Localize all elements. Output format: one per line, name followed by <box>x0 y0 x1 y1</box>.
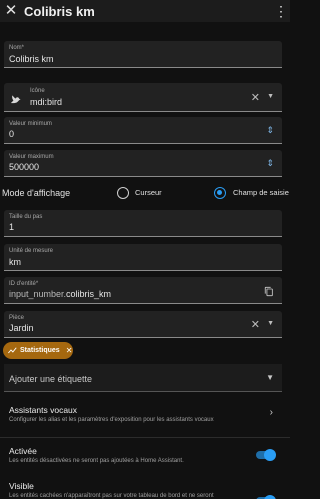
enabled-desc: Les entités désactivées ne seront pas aj… <box>9 458 184 464</box>
icon-field-label: Icône <box>30 88 45 94</box>
chevron-down-icon[interactable]: ▼ <box>267 320 274 327</box>
name-field-label: Nom* <box>9 45 25 51</box>
add-label-text: Ajouter une étiquette <box>9 374 93 384</box>
unit-field-value[interactable]: km <box>9 257 21 267</box>
add-label-dropdown[interactable]: Ajouter une étiquette ▼ <box>4 364 282 392</box>
clear-icon[interactable]: ✕ <box>251 318 260 331</box>
name-field[interactable]: Nom* Colibris km <box>4 41 282 68</box>
radio-slider[interactable] <box>117 187 129 199</box>
step-field-label: Taille du pas <box>9 214 43 220</box>
spinner-icon[interactable]: ⇕ <box>266 158 274 169</box>
voice-assistants-desc: Configurer les alias et les paramètres d… <box>9 417 214 423</box>
visible-title: Visible <box>9 481 34 491</box>
area-field-value[interactable]: Jardin <box>9 323 34 333</box>
unit-field-label: Unité de mesure <box>9 248 54 254</box>
radio-slider-label[interactable]: Curseur <box>135 188 162 197</box>
step-field-value[interactable]: 1 <box>9 222 14 232</box>
name-field-value[interactable]: Colibris km <box>9 54 54 64</box>
enabled-toggle[interactable] <box>256 449 276 461</box>
remove-label-icon[interactable]: ✕ <box>66 346 73 355</box>
max-field-label: Valeur maximum <box>9 154 54 160</box>
close-icon[interactable]: ✕ <box>0 0 22 22</box>
enabled-title: Activée <box>9 446 37 456</box>
clear-icon[interactable]: ✕ <box>251 91 260 104</box>
step-field[interactable]: Taille du pas 1 <box>4 210 282 237</box>
more-vertical-icon[interactable]: ⋮ <box>272 0 290 22</box>
entity-id-label: ID d'entité* <box>9 281 39 287</box>
voice-assistants-row[interactable]: Assistants vocaux Configurer les alias e… <box>0 398 290 434</box>
area-field-label: Pièce <box>9 315 25 321</box>
chevron-down-icon[interactable]: ▼ <box>267 93 274 100</box>
voice-assistants-title: Assistants vocaux <box>9 405 78 415</box>
chart-line-icon <box>8 346 17 356</box>
divider <box>0 437 290 438</box>
copy-icon[interactable] <box>264 284 274 302</box>
display-mode-row: Mode d'affichage Curseur Champ de saisie <box>0 183 290 203</box>
entity-id-field[interactable]: ID d'entité* input_number.colibris_km <box>4 277 282 304</box>
label-chip-text: Statistiques <box>20 347 60 354</box>
min-field-label: Valeur minimum <box>9 121 52 127</box>
unit-field[interactable]: Unité de mesure km <box>4 244 282 271</box>
label-chip-statistiques[interactable]: Statistiques ✕ <box>3 342 73 359</box>
icon-field-value[interactable]: mdi:bird <box>30 97 62 107</box>
top-app-bar: ✕ Colibris km ⋮ <box>0 0 290 22</box>
bird-icon <box>10 92 21 110</box>
visible-desc: Les entités cachées n'apparaîtront pas s… <box>9 493 214 499</box>
chevron-down-icon[interactable]: ▼ <box>266 373 274 382</box>
dialog-title: Colibris km <box>24 3 95 19</box>
display-mode-label: Mode d'affichage <box>2 188 71 198</box>
icon-picker-field[interactable]: Icône mdi:bird ✕ ▼ <box>4 83 282 112</box>
entity-id-value[interactable]: input_number.colibris_km <box>9 289 111 299</box>
min-value-field[interactable]: Valeur minimum 0 ⇕ <box>4 117 282 144</box>
min-field-value[interactable]: 0 <box>9 129 14 139</box>
area-field[interactable]: Pièce Jardin ✕ ▼ <box>4 311 282 338</box>
radio-input-field-label[interactable]: Champ de saisie <box>233 188 289 197</box>
radio-input-field[interactable] <box>214 187 226 199</box>
max-value-field[interactable]: Valeur maximum 500000 ⇕ <box>4 150 282 177</box>
spinner-icon[interactable]: ⇕ <box>266 125 274 136</box>
visible-row: Visible Les entités cachées n'apparaîtro… <box>0 476 290 499</box>
enabled-row: Activée Les entités désactivées ne seron… <box>0 440 290 474</box>
max-field-value[interactable]: 500000 <box>9 162 39 172</box>
chevron-right-icon[interactable]: › <box>270 407 273 418</box>
